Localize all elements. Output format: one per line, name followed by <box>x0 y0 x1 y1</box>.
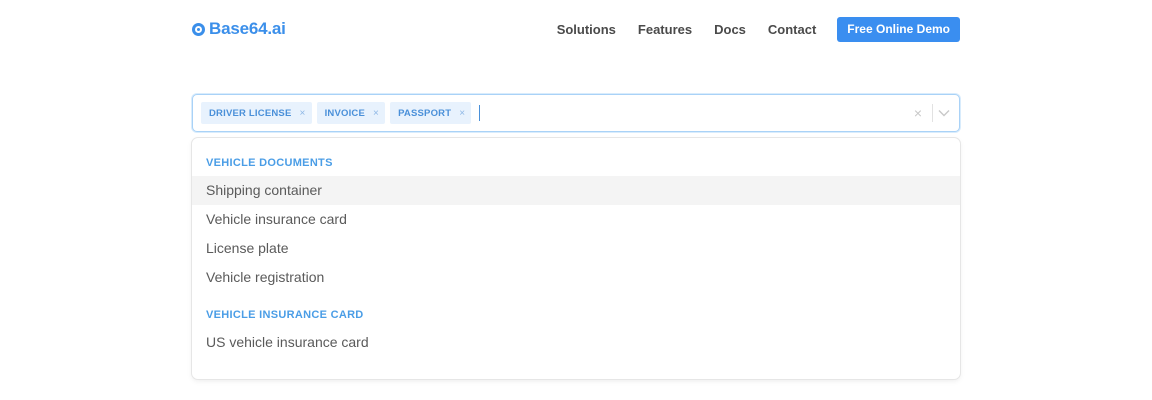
tag-invoice: INVOICE × <box>316 102 386 124</box>
logo-mark-icon <box>192 22 205 36</box>
search-input-caret[interactable] <box>479 105 481 121</box>
group-divider <box>192 292 960 302</box>
site-header: Base64.ai Solutions Features Docs Contac… <box>192 16 960 42</box>
page: Base64.ai Solutions Features Docs Contac… <box>0 0 1152 400</box>
select-indicators: × <box>908 95 951 131</box>
selected-tags: DRIVER LICENSE × INVOICE × PASSPORT × <box>201 102 908 124</box>
logo-text: Base64.ai <box>209 19 286 38</box>
group-heading-vehicle-insurance-card: VEHICLE INSURANCE CARD <box>206 309 364 321</box>
tag-driver-license: DRIVER LICENSE × <box>201 102 312 124</box>
free-online-demo-button[interactable]: Free Online Demo <box>837 16 960 42</box>
dropdown-menu: VEHICLE DOCUMENTS Shipping container Veh… <box>192 138 960 379</box>
tag-label: INVOICE <box>324 107 366 119</box>
option-shipping-container[interactable]: Shipping container <box>192 176 960 205</box>
document-type-multiselect[interactable]: DRIVER LICENSE × INVOICE × PASSPORT × × <box>192 94 960 132</box>
clear-all-icon[interactable]: × <box>908 105 928 121</box>
option-us-vehicle-insurance-card[interactable]: US vehicle insurance card <box>192 328 960 357</box>
option-vehicle-registration[interactable]: Vehicle registration <box>192 263 960 292</box>
main-nav: Solutions Features Docs Contact Free Onl… <box>557 16 960 42</box>
group-heading-vehicle-documents: VEHICLE DOCUMENTS <box>206 157 333 169</box>
logo[interactable]: Base64.ai <box>192 19 286 39</box>
option-vehicle-insurance-card[interactable]: Vehicle insurance card <box>192 205 960 234</box>
option-license-plate[interactable]: License plate <box>192 234 960 263</box>
nav-contact-link[interactable]: Contact <box>768 22 816 37</box>
nav-docs-link[interactable]: Docs <box>714 22 746 37</box>
chevron-down-icon[interactable] <box>937 106 951 120</box>
nav-features-link[interactable]: Features <box>638 22 692 37</box>
tag-passport: PASSPORT × <box>390 102 472 124</box>
remove-tag-icon[interactable]: × <box>300 108 306 119</box>
indicator-separator <box>932 104 933 122</box>
tag-label: DRIVER LICENSE <box>209 107 292 119</box>
remove-tag-icon[interactable]: × <box>373 108 379 119</box>
tag-label: PASSPORT <box>398 107 452 119</box>
remove-tag-icon[interactable]: × <box>459 108 465 119</box>
nav-solutions-link[interactable]: Solutions <box>557 22 616 37</box>
